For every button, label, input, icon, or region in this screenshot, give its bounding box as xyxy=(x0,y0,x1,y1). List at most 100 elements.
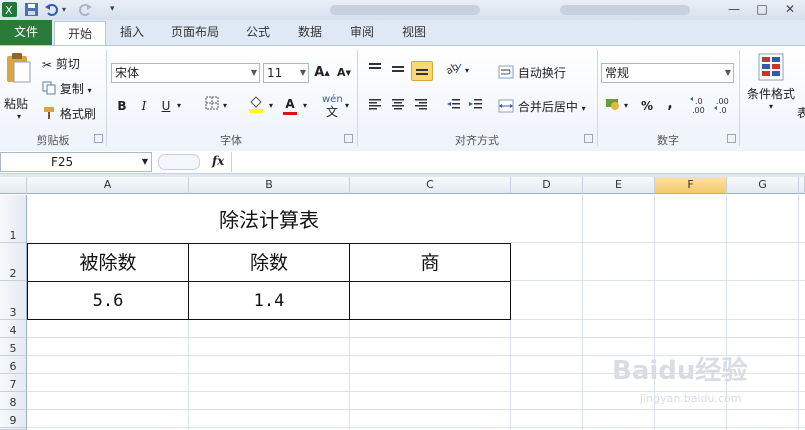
align-top-button[interactable] xyxy=(365,61,385,81)
tab-file[interactable]: 文件 xyxy=(0,20,52,45)
gridline xyxy=(27,427,805,428)
alignment-launcher-icon[interactable] xyxy=(584,134,593,143)
accounting-format-button[interactable] xyxy=(603,96,623,116)
align-middle-button[interactable] xyxy=(388,61,408,81)
number-launcher-icon[interactable] xyxy=(727,134,736,143)
cell-a3[interactable]: 5.6 xyxy=(27,281,189,320)
row-header-6[interactable]: 6 xyxy=(0,356,27,374)
bold-button[interactable]: B xyxy=(112,96,132,116)
paste-button[interactable]: 粘贴 ▾ xyxy=(4,52,34,121)
tab-page-layout[interactable]: 页面布局 xyxy=(162,20,228,45)
down-arrow-icon: ▼ xyxy=(345,69,351,77)
merge-cells-icon xyxy=(498,99,514,116)
undo-icon[interactable] xyxy=(44,2,59,17)
align-center-button[interactable] xyxy=(388,96,408,116)
decrease-decimal-button[interactable]: .00.0 xyxy=(714,96,734,116)
conditional-format-button[interactable]: 条件格式 ▾ xyxy=(744,52,798,111)
number-format-combo[interactable]: 常规 ▼ xyxy=(601,63,734,83)
row-header-9[interactable]: 9 xyxy=(0,410,27,428)
wrap-text-button[interactable]: 自动换行 xyxy=(498,64,566,82)
minimize-icon[interactable]: — xyxy=(720,0,748,19)
column-header-g[interactable]: G xyxy=(727,177,799,194)
paste-dropdown-icon[interactable]: ▾ xyxy=(4,112,34,121)
borders-button[interactable] xyxy=(202,96,222,116)
comma-style-button[interactable]: , xyxy=(660,94,680,114)
row-header-3[interactable]: 3 xyxy=(0,281,27,320)
increase-decimal-button[interactable]: .0.00 xyxy=(690,96,710,116)
tab-data[interactable]: 数据 xyxy=(288,20,332,45)
wrap-text-label: 自动换行 xyxy=(517,66,566,80)
orientation-dropdown-icon[interactable]: ▾ xyxy=(462,61,472,81)
undo-dropdown-icon[interactable]: ▾ xyxy=(62,2,77,17)
font-size-combo[interactable]: 11 ▼ xyxy=(263,63,309,83)
align-bottom-button[interactable] xyxy=(411,61,433,81)
row-header-2[interactable]: 2 xyxy=(0,243,27,281)
column-header-e[interactable]: E xyxy=(583,177,655,194)
shrink-font-button[interactable]: A▼ xyxy=(334,63,354,83)
percent-button[interactable]: % xyxy=(637,96,657,116)
underline-button[interactable]: U xyxy=(156,96,176,116)
tab-home[interactable]: 开始 xyxy=(54,21,106,46)
select-all-corner[interactable] xyxy=(0,177,27,194)
cell-b2[interactable]: 除数 xyxy=(188,243,350,282)
font-color-button[interactable]: A xyxy=(280,94,300,115)
formula-input[interactable] xyxy=(231,152,805,172)
row-header-4[interactable]: 4 xyxy=(0,320,27,338)
align-right-button[interactable] xyxy=(411,96,431,116)
row-header-5[interactable]: 5 xyxy=(0,338,27,356)
borders-dropdown-icon[interactable]: ▾ xyxy=(220,96,230,116)
phonetic-guide-button[interactable]: wén 文 xyxy=(322,94,343,118)
maximize-icon[interactable]: □ xyxy=(748,0,776,19)
font-color-dropdown-icon[interactable]: ▾ xyxy=(300,96,310,116)
format-painter-button[interactable]: 格式刷 xyxy=(42,105,96,123)
merge-center-button[interactable]: 合并后居中 ▾ xyxy=(498,98,586,116)
conditional-format-dropdown-icon[interactable]: ▾ xyxy=(744,102,798,111)
format-as-table-label[interactable]: 表 xyxy=(797,104,805,121)
customize-qat-icon[interactable]: ▾ xyxy=(110,2,125,17)
column-header-b[interactable]: B xyxy=(189,177,350,194)
copy-button[interactable]: 复制 ▾ xyxy=(42,80,92,98)
tab-view[interactable]: 视图 xyxy=(392,20,436,45)
name-box-dropdown-icon[interactable]: ▼ xyxy=(142,153,148,171)
font-name-combo[interactable]: 宋体 ▼ xyxy=(111,63,260,83)
column-header-d[interactable]: D xyxy=(511,177,583,194)
save-icon[interactable] xyxy=(24,2,39,17)
row-header-8[interactable]: 8 xyxy=(0,392,27,410)
cell-a2[interactable]: 被除数 xyxy=(27,243,189,282)
tab-review[interactable]: 审阅 xyxy=(340,20,384,45)
underline-dropdown-icon[interactable]: ▾ xyxy=(174,96,184,116)
cut-button[interactable]: ✂ 剪切 xyxy=(42,55,80,72)
column-header-h-partial[interactable] xyxy=(799,177,805,194)
cell-b3[interactable]: 1.4 xyxy=(188,281,350,320)
column-header-f[interactable]: F xyxy=(655,177,727,194)
column-header-a[interactable]: A xyxy=(27,177,189,194)
close-icon[interactable]: ✕ xyxy=(776,0,804,19)
tab-formulas[interactable]: 公式 xyxy=(236,20,280,45)
grow-font-button[interactable]: A▲ xyxy=(312,63,332,83)
copy-dropdown-icon[interactable]: ▾ xyxy=(88,86,92,95)
cell-c2[interactable]: 商 xyxy=(349,243,511,282)
decrease-indent-button[interactable] xyxy=(444,96,464,116)
align-left-button[interactable] xyxy=(365,96,385,116)
merge-dropdown-icon[interactable]: ▾ xyxy=(582,104,586,113)
accounting-dropdown-icon[interactable]: ▾ xyxy=(621,96,631,116)
name-box[interactable]: F25 ▼ xyxy=(0,152,152,172)
cell-c3[interactable] xyxy=(349,281,511,320)
clipboard-group-label: 剪贴板 xyxy=(36,134,70,147)
column-header-c[interactable]: C xyxy=(350,177,511,194)
clipboard-launcher-icon[interactable] xyxy=(94,134,103,143)
font-launcher-icon[interactable] xyxy=(344,134,353,143)
formula-bar-expand-handle[interactable] xyxy=(158,154,200,170)
redo-icon[interactable] xyxy=(78,2,93,17)
phonetic-dropdown-icon[interactable]: ▾ xyxy=(342,96,352,116)
fill-color-button[interactable] xyxy=(246,96,266,116)
tab-insert[interactable]: 插入 xyxy=(110,20,154,45)
row-header-1[interactable]: 1 xyxy=(0,195,27,243)
orientation-button[interactable]: ab xyxy=(444,61,464,81)
row-header-7[interactable]: 7 xyxy=(0,374,27,392)
insert-function-icon[interactable]: fx xyxy=(212,154,224,168)
increase-indent-button[interactable] xyxy=(466,96,486,116)
fill-color-dropdown-icon[interactable]: ▾ xyxy=(266,96,276,116)
sheet-title-cell[interactable]: 除法计算表 xyxy=(27,195,511,243)
italic-button[interactable]: I xyxy=(134,96,154,116)
